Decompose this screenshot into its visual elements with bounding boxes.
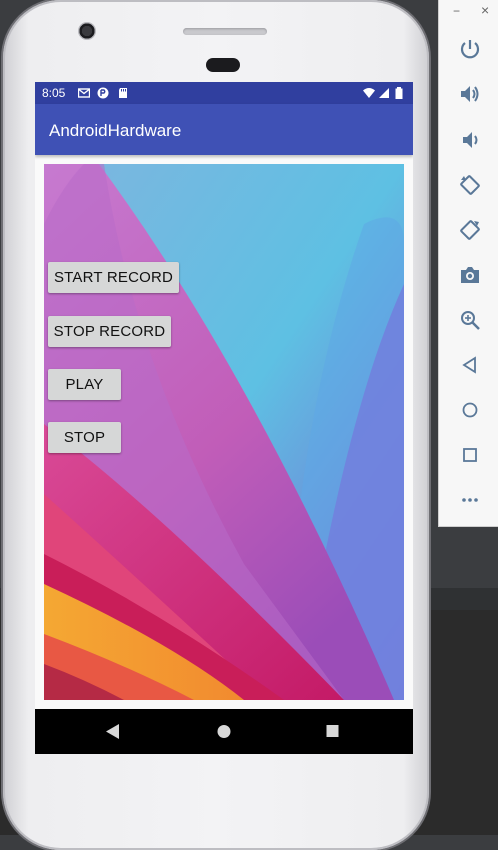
volume-up-icon[interactable] <box>459 83 481 105</box>
wifi-icon <box>363 88 375 98</box>
device-frame: 8:05 AndroidHardware START RECORD STOP R… <box>3 0 429 850</box>
zoom-icon[interactable] <box>459 309 481 331</box>
screenshot-icon[interactable] <box>459 264 481 286</box>
overview-icon[interactable] <box>459 444 481 466</box>
sd-card-icon <box>119 88 127 98</box>
signal-icon <box>379 88 389 98</box>
app-toolbar: AndroidHardware <box>35 104 413 155</box>
back-icon[interactable] <box>106 724 120 739</box>
power-icon[interactable] <box>459 38 481 60</box>
gmail-icon <box>78 88 90 98</box>
close-icon[interactable]: × <box>481 2 489 18</box>
battery-icon <box>395 87 403 99</box>
emulator-controls-panel: − × <box>438 0 498 527</box>
start-record-button[interactable]: START RECORD <box>48 262 179 293</box>
status-bar: 8:05 <box>35 82 413 104</box>
navigation-bar <box>35 709 413 754</box>
stop-record-button[interactable]: STOP RECORD <box>48 316 171 347</box>
minimize-icon[interactable]: − <box>453 4 460 18</box>
device-screen[interactable]: 8:05 AndroidHardware START RECORD STOP R… <box>35 82 413 754</box>
volume-down-icon[interactable] <box>459 129 481 151</box>
earpiece-speaker <box>183 28 267 35</box>
app-title: AndroidHardware <box>49 121 182 140</box>
rotate-right-icon[interactable] <box>459 219 481 241</box>
front-camera-icon <box>78 22 96 40</box>
notification-icon <box>97 87 109 99</box>
proximity-sensor <box>206 58 240 72</box>
more-icon[interactable] <box>459 489 481 511</box>
play-button[interactable]: PLAY <box>48 369 121 400</box>
back-icon[interactable] <box>459 354 481 376</box>
status-time: 8:05 <box>42 86 66 100</box>
stop-button[interactable]: STOP <box>48 422 121 453</box>
recents-icon[interactable] <box>326 724 340 739</box>
home-icon[interactable] <box>459 399 481 421</box>
rotate-left-icon[interactable] <box>459 174 481 196</box>
home-icon[interactable] <box>217 724 231 739</box>
